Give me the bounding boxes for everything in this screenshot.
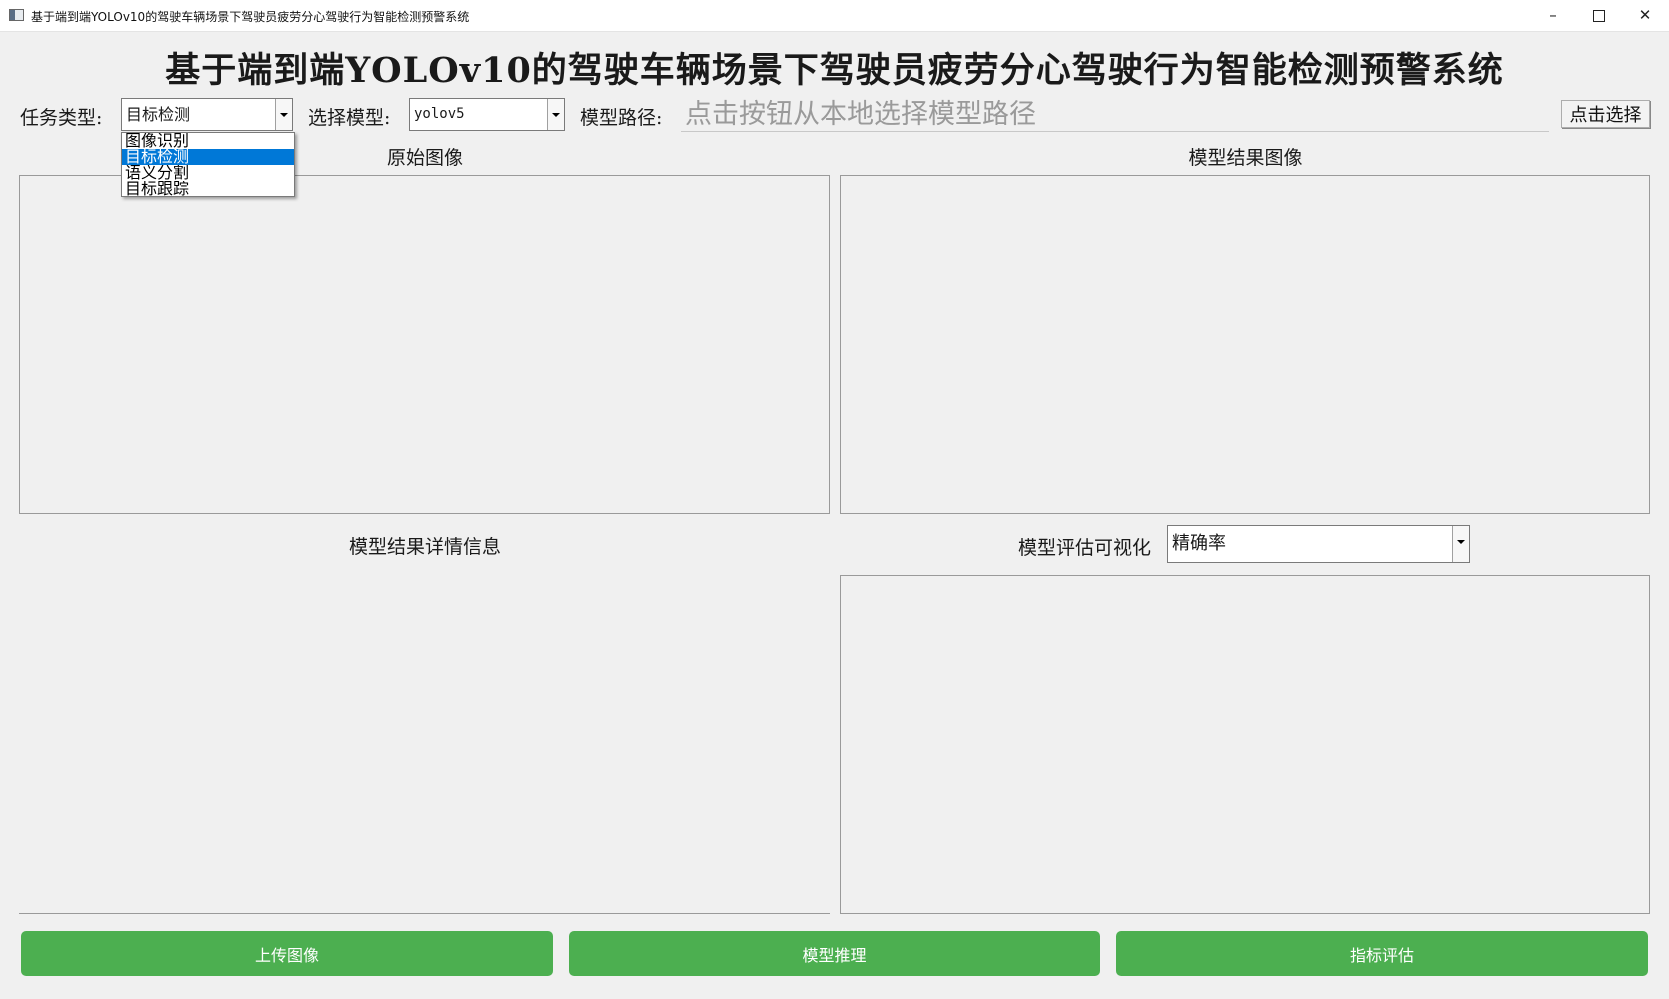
dropdown-option-selected[interactable]: 目标检测 — [122, 149, 294, 165]
original-image-panel — [19, 175, 830, 514]
dropdown-option[interactable]: 目标跟踪 — [122, 181, 294, 197]
select-path-button[interactable]: 点击选择 — [1561, 100, 1650, 128]
minimize-button[interactable]: – — [1530, 0, 1576, 31]
model-select-value: yolov5 — [414, 106, 465, 122]
window-title: 基于端到端YOLOv10的驾驶车辆场景下驾驶员疲劳分心驾驶行为智能检测预警系统 — [31, 10, 470, 24]
title-bar: 基于端到端YOLOv10的驾驶车辆场景下驾驶员疲劳分心驾驶行为智能检测预警系统 … — [0, 0, 1669, 32]
upload-image-button[interactable]: 上传图像 — [21, 931, 553, 976]
page-title: 基于端到端YOLOv10的驾驶车辆场景下驾驶员疲劳分心驾驶行为智能检测预警系统 — [165, 50, 1504, 91]
task-type-value: 目标检测 — [126, 105, 191, 124]
maximize-icon — [1593, 9, 1605, 22]
result-image-panel — [840, 175, 1650, 514]
model-path-label: 模型路径: — [580, 107, 663, 129]
chevron-down-icon[interactable] — [547, 99, 564, 130]
result-details-title: 模型结果详情信息 — [348, 536, 501, 558]
eval-visualization-panel — [840, 575, 1650, 914]
dropdown-option[interactable]: 语义分割 — [122, 165, 294, 181]
metric-evaluation-button[interactable]: 指标评估 — [1116, 931, 1648, 976]
model-select-label: 选择模型: — [308, 107, 391, 129]
eval-metric-value: 精确率 — [1172, 533, 1226, 554]
result-image-title: 模型结果图像 — [1188, 147, 1303, 169]
task-type-select[interactable]: 目标检测 — [121, 98, 293, 131]
model-select[interactable]: yolov5 — [409, 98, 565, 131]
task-type-label: 任务类型: — [20, 107, 103, 129]
task-type-dropdown[interactable]: 图像识别 目标检测 语义分割 目标跟踪 — [121, 132, 295, 197]
dropdown-option[interactable]: 图像识别 — [122, 133, 294, 149]
model-inference-button[interactable]: 模型推理 — [569, 931, 1100, 976]
eval-metric-select[interactable]: 精确率 — [1167, 525, 1470, 563]
app-icon — [9, 9, 24, 21]
maximize-button[interactable] — [1576, 0, 1622, 31]
model-path-input[interactable] — [681, 97, 1549, 132]
result-details-panel — [19, 575, 830, 914]
chevron-down-icon[interactable] — [275, 99, 292, 130]
eval-visualization-label: 模型评估可视化 — [1018, 537, 1152, 559]
chevron-down-icon[interactable] — [1452, 526, 1469, 562]
close-button[interactable]: ✕ — [1622, 0, 1668, 31]
